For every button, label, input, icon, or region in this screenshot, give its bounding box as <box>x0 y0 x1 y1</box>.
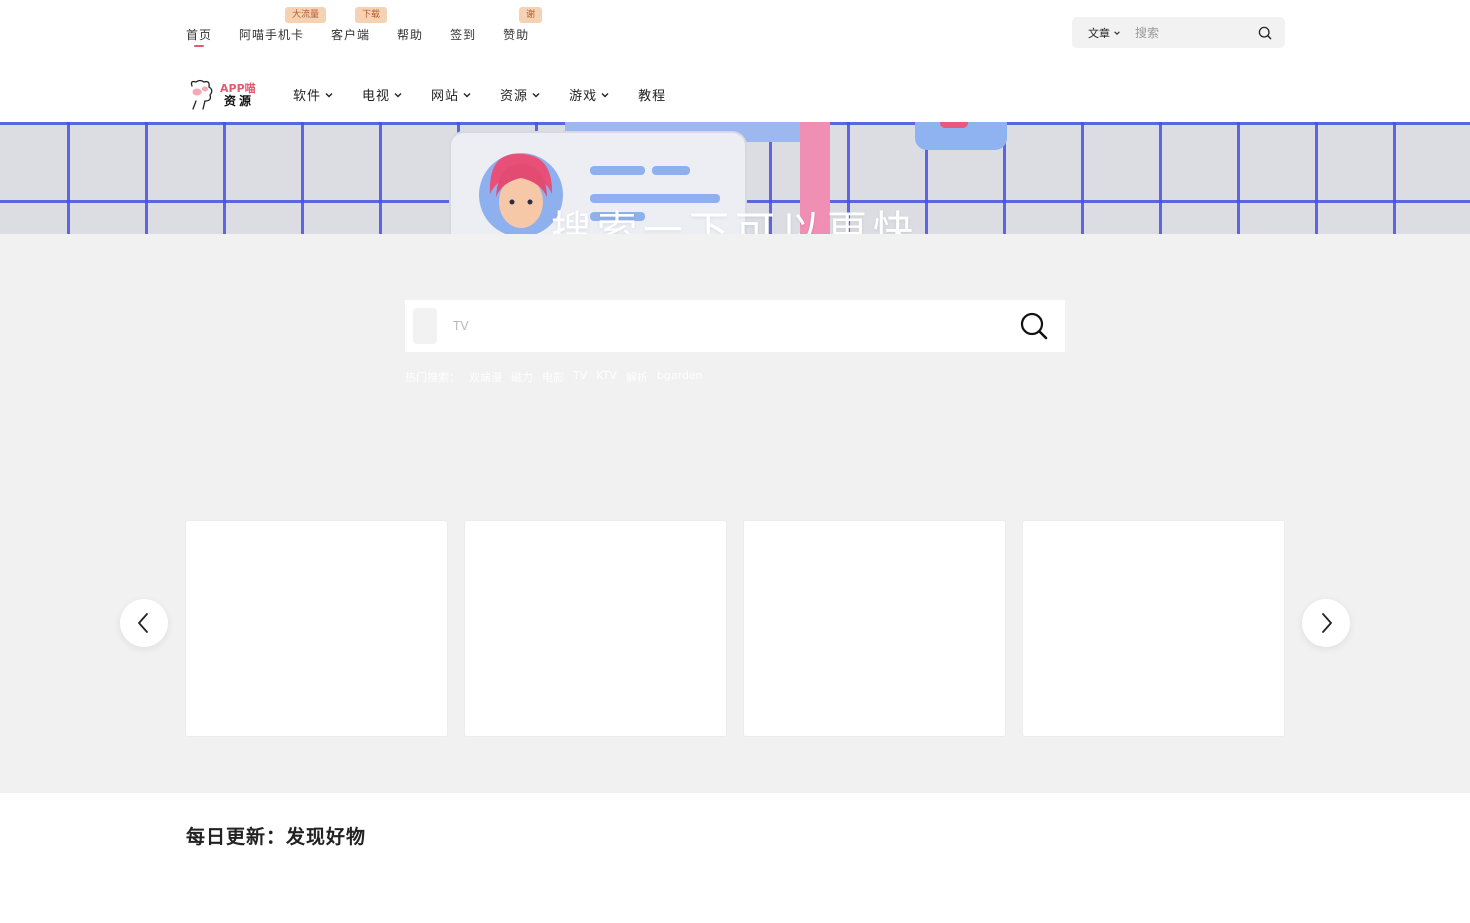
top-nav-label: 阿喵手机卡 <box>239 28 305 42</box>
carousel-card[interactable] <box>1022 520 1285 737</box>
main-nav: 软件 电视 网站 资源 游戏 教程 <box>293 85 694 104</box>
chevron-down-icon <box>1114 30 1120 35</box>
hot-search-term[interactable]: TV <box>573 369 587 385</box>
top-nav-label: 客户端 <box>331 28 371 42</box>
chevron-down-icon <box>463 92 471 97</box>
top-nav-label: 签到 <box>450 28 477 42</box>
chevron-down-icon <box>532 92 540 97</box>
chevron-left-icon <box>138 613 148 633</box>
main-search-input[interactable] <box>453 319 973 333</box>
hot-search-label: 热门搜索： <box>405 371 460 384</box>
top-nav-label: 赞助 <box>503 28 530 42</box>
carousel-card[interactable] <box>743 520 1006 737</box>
chevron-right-icon <box>1322 613 1332 633</box>
header-search: 文章 <box>1072 17 1285 48</box>
top-nav-sim-card[interactable]: 大流量 阿喵手机卡 <box>239 0 327 43</box>
main-nav-software[interactable]: 软件 <box>293 85 334 104</box>
carousel-card[interactable] <box>464 520 727 737</box>
main-search-bar <box>405 300 1065 352</box>
site-logo[interactable]: APP喵 资源 <box>186 77 262 113</box>
carousel-next-button[interactable] <box>1302 599 1350 647</box>
search-icon[interactable] <box>1019 311 1049 341</box>
daily-updates-heading: 每日更新：发现好物 <box>186 826 367 848</box>
search-category-label: 文章 <box>1088 26 1110 40</box>
download-badge: 下载 <box>355 7 388 23</box>
hot-search-term[interactable]: 解析 <box>626 369 648 385</box>
top-nav-client[interactable]: 下载 客户端 <box>331 0 388 43</box>
search-type-select[interactable] <box>413 308 437 344</box>
chevron-down-icon <box>601 92 609 97</box>
top-nav-checkin[interactable]: 签到 <box>450 0 476 43</box>
main-nav-label: 游戏 <box>569 89 598 104</box>
main-nav-tv[interactable]: 电视 <box>362 85 403 104</box>
hot-search-term[interactable]: KTV <box>596 369 617 385</box>
cat-logo-icon <box>190 79 213 110</box>
hot-search-term[interactable]: 电影 <box>542 369 564 385</box>
hot-search-term[interactable]: 磁力 <box>511 369 533 385</box>
main-nav-label: 资源 <box>500 89 529 104</box>
main-nav-label: 网站 <box>431 89 460 104</box>
main-nav-label: 教程 <box>638 89 667 104</box>
search-category-select[interactable]: 文章 <box>1088 25 1121 41</box>
top-nav-label: 首页 <box>186 28 213 42</box>
search-icon[interactable] <box>1257 25 1273 41</box>
chevron-down-icon <box>394 92 402 97</box>
logo-text-bottom: 资源 <box>224 94 255 108</box>
logo-text: APP喵 资源 <box>220 82 256 108</box>
main-nav-tutorials[interactable]: 教程 <box>638 85 666 104</box>
hot-searches: 热门搜索： 双端漫 磁力 电影 TV KTV 解析 bgarden <box>405 369 703 385</box>
hot-search-term[interactable]: 双端漫 <box>469 369 502 385</box>
thanks-badge: 谢 <box>519 7 543 23</box>
main-nav-resources[interactable]: 资源 <box>500 85 541 104</box>
main-nav-label: 软件 <box>293 89 322 104</box>
top-nav-label: 帮助 <box>397 28 424 42</box>
main-nav-games[interactable]: 游戏 <box>569 85 610 104</box>
hot-search-term[interactable]: bgarden <box>657 369 703 385</box>
featured-carousel <box>185 520 1285 737</box>
main-nav-label: 电视 <box>362 89 391 104</box>
main-nav-website[interactable]: 网站 <box>431 85 472 104</box>
carousel-prev-button[interactable] <box>120 599 168 647</box>
top-nav-sponsor[interactable]: 谢 赞助 <box>503 0 543 43</box>
chevron-down-icon <box>325 92 333 97</box>
hot-badge: 大流量 <box>285 7 327 23</box>
top-nav-help[interactable]: 帮助 <box>397 0 423 43</box>
top-nav-home[interactable]: 首页 <box>186 0 213 47</box>
carousel-card[interactable] <box>185 520 448 737</box>
top-nav: 首页 大流量 阿喵手机卡 下载 客户端 帮助 签到 谢 赞助 <box>186 0 556 64</box>
header-search-input[interactable] <box>1135 25 1239 40</box>
